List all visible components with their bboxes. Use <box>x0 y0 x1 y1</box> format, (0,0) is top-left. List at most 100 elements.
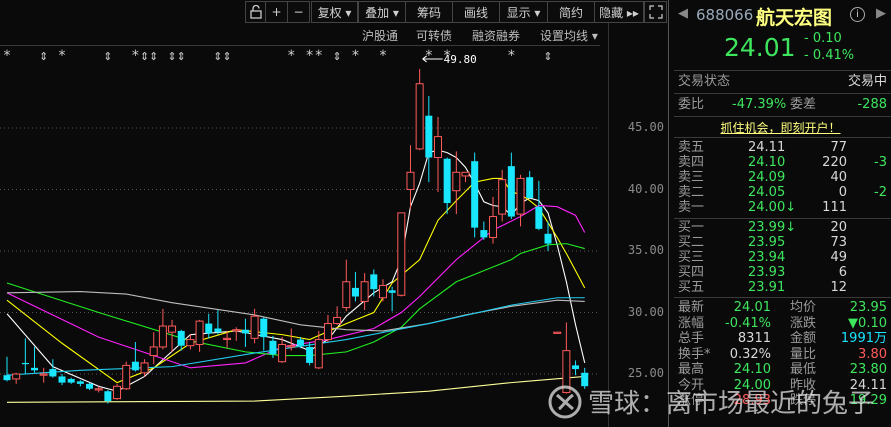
bid-row[interactable]: 买一 23.99↓ 20 <box>678 220 887 236</box>
fullscreen-icon[interactable] <box>644 1 667 23</box>
ask-volume: 111 <box>822 200 847 215</box>
y-tick-label: 35.00 <box>627 243 664 257</box>
stat-row: 换手* 0.32% 量比 3.80 <box>678 347 887 363</box>
ask-volume: 220 <box>822 155 847 170</box>
bid-volume: 20 <box>830 220 847 235</box>
stat-value: -0.41% <box>725 315 771 331</box>
bid-label: 买五 <box>678 280 705 295</box>
candle-body-up <box>12 373 21 380</box>
ask-price: 24.09 <box>748 170 786 185</box>
open-account-link[interactable]: 抓住机会，即刻开户！ <box>670 119 891 136</box>
restore-rights-dropdown[interactable]: 复权 ▾ <box>311 1 358 23</box>
event-star-icon: * <box>4 48 11 64</box>
prev-stock-icon[interactable]: ◀ <box>678 6 688 21</box>
stat-value: 0.32% <box>729 346 771 362</box>
ask-change: -3 <box>874 155 887 170</box>
candle-body-down <box>241 329 249 334</box>
candle-body-up <box>232 329 241 332</box>
candle-body-down <box>269 340 277 355</box>
candle-body-down <box>425 115 433 158</box>
candle-body-up <box>186 339 195 347</box>
candle-body-up <box>168 325 177 333</box>
display-dropdown[interactable]: 显示 ▾ <box>499 1 548 23</box>
ma-line-ma10 <box>6 177 586 384</box>
info-icon[interactable]: i <box>850 7 865 22</box>
candle-body-down <box>572 365 580 370</box>
stat-row: 总手 8311 金额 1991万 <box>678 331 887 347</box>
ask-row[interactable]: 卖四 24.10 220 -3 <box>678 155 887 171</box>
zoom-out-button[interactable]: − <box>287 1 310 23</box>
y-tick-label: 45.00 <box>627 120 664 134</box>
candle-body-down <box>351 287 359 297</box>
next-stock-icon[interactable]: ▶ <box>876 6 886 21</box>
event-arrow-icon: ⇕ <box>213 50 222 63</box>
candle-body-up <box>333 316 342 325</box>
ask-label: 卖二 <box>678 185 705 200</box>
candle-body-up <box>314 339 323 369</box>
bid-label: 买一 <box>678 220 705 235</box>
bid-row[interactable]: 买二 23.95 73 <box>678 235 887 251</box>
quote-panel: ◀ 688066 航天宏图 i ▶ 24.01 - 0.10 - 0.41% 交… <box>670 0 891 427</box>
chips-button[interactable]: 筹码 <box>405 1 453 23</box>
event-star-icon: * <box>379 48 386 64</box>
zoom-in-button[interactable]: + <box>265 1 288 23</box>
y-tick-label: 40.00 <box>627 181 664 196</box>
candle-body-up <box>406 171 415 190</box>
event-star-icon: * <box>315 48 322 64</box>
bid-volume: 49 <box>830 250 847 265</box>
candle-body-down <box>104 391 112 402</box>
candle-body-down <box>388 290 396 293</box>
event-arrow-icon: ⇕ <box>543 50 552 63</box>
event-arrow-icon: ⇕ <box>140 50 149 63</box>
event-arrow-icon: ⇕ <box>149 50 158 63</box>
candle-body-up <box>149 346 158 357</box>
candle-body-down <box>526 177 534 199</box>
hide-button[interactable]: 隐藏 ▸▸ <box>594 1 644 23</box>
ask-price: 24.11 <box>748 140 786 155</box>
bid-label: 买二 <box>678 235 705 250</box>
stat-value: 23.95 <box>849 300 887 315</box>
high-price-label: 49.80 <box>444 53 477 66</box>
candle-body-down <box>205 323 213 334</box>
draw-line-button[interactable]: 画线 <box>452 1 500 23</box>
stat-value: ▼0.10 <box>848 315 887 331</box>
hk-connect-link[interactable]: 沪股通 <box>362 27 398 44</box>
watermark-text: 雪球：离市场最近的兔子 <box>588 389 875 419</box>
simple-mode-button[interactable]: 简约 <box>547 1 595 23</box>
stat-row: 涨幅 -0.41% 涨跌 ▼0.10 <box>678 316 887 332</box>
ask-row[interactable]: 卖三 24.09 40 <box>678 170 887 186</box>
candle-body-up <box>323 323 332 341</box>
ask-label: 卖三 <box>678 170 705 185</box>
ask-price: 24.05 <box>748 185 786 200</box>
ask-row[interactable]: 卖一 24.00↓ 111 <box>678 200 887 216</box>
candle-body-down <box>544 233 552 244</box>
bid-row[interactable]: 买五 23.91 12 <box>678 280 887 296</box>
stat-row: 最高 24.10 最低 23.80 <box>678 362 887 378</box>
candle-body-up <box>397 212 406 296</box>
bid-diff-label: 委差 <box>790 97 817 112</box>
candle-body-up <box>498 179 507 215</box>
unlock-icon[interactable] <box>245 1 266 23</box>
candle-body-down <box>67 378 75 383</box>
stat-value: 8311 <box>737 331 771 346</box>
margin-trading-link[interactable]: 融资融券 <box>472 27 520 44</box>
bid-price: 23.94 <box>748 250 786 265</box>
bid-row[interactable]: 买四 23.93 6 <box>678 265 887 281</box>
overlay-dropdown[interactable]: 叠加 ▾ <box>358 1 406 23</box>
bid-volume: 73 <box>830 235 847 250</box>
bid-price: 23.95 <box>748 235 786 250</box>
ask-row[interactable]: 卖五 24.11 77 <box>678 140 887 156</box>
price-change-pct: - 0.41% <box>804 48 855 63</box>
ask-row[interactable]: 卖二 24.05 0 -2 <box>678 185 887 201</box>
candle-body-up <box>461 171 470 177</box>
candle-body-up <box>433 136 442 159</box>
candlestick-chart[interactable]: * ⇕ * ⇕ * ⇕ ⇕ ⇕ ⇕ ⇕ ⇕ * * * ⇕ * * * * * ⇕49.80 <box>0 0 608 427</box>
status-value: 交易中 <box>847 74 887 89</box>
ask-volume: 0 <box>838 185 847 200</box>
bid-row[interactable]: 买三 23.94 49 <box>678 250 887 266</box>
set-ma-dropdown[interactable]: 设置均线 ▾ <box>540 27 598 44</box>
event-arrow-icon: ⇕ <box>167 50 176 63</box>
panel-divider <box>668 0 669 427</box>
convertible-bond-link[interactable]: 可转债 <box>416 27 452 44</box>
bid-price: 23.99↓ <box>748 220 797 235</box>
